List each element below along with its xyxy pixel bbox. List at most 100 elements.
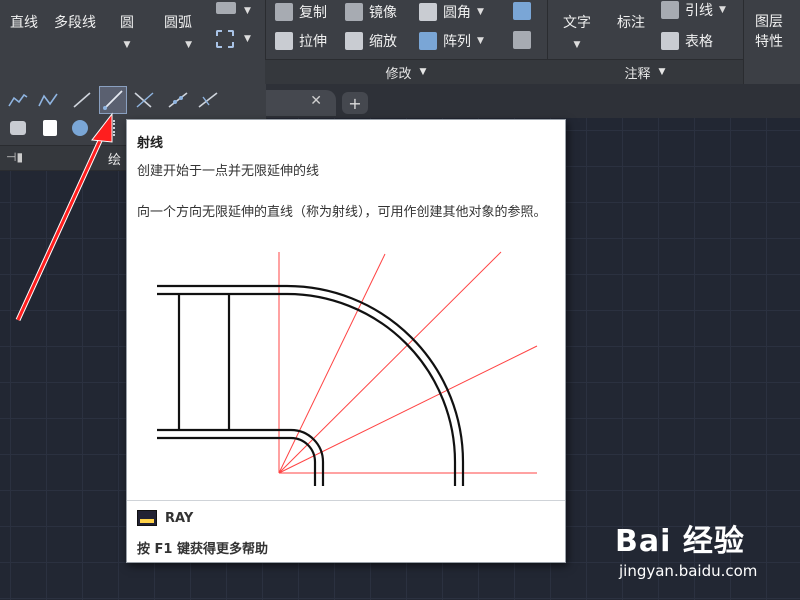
pin-icon[interactable]: ⊣▮ — [6, 150, 23, 164]
copy-label: 复制 — [299, 5, 327, 21]
hatch-icon[interactable] — [216, 2, 236, 14]
fillet-label: 圆角 — [443, 5, 471, 21]
array-button[interactable]: 阵列 ▼ — [419, 31, 484, 51]
file-tab[interactable]: ✕ — [266, 90, 336, 116]
file-tabs: ✕ + — [266, 84, 800, 118]
dimension-button[interactable]: 标注 — [617, 12, 645, 32]
arc-button[interactable]: 圆弧 ▼ — [164, 12, 192, 50]
multiline-tool[interactable] — [132, 88, 156, 112]
chevron-down-icon[interactable]: ▼ — [244, 34, 251, 44]
modify-panel: 复制 镜像 圆角 ▼ 拉伸 缩放 阵列 ▼ 修改 ▼ — [265, 0, 548, 84]
stretch-icon — [275, 32, 293, 50]
circle-button[interactable]: 圆 ▼ — [120, 12, 134, 50]
ray-illustration — [157, 251, 538, 486]
chevron-down-icon[interactable]: ▼ — [244, 6, 251, 16]
new-tab-button[interactable]: + — [342, 92, 368, 114]
ray-tool[interactable] — [99, 86, 127, 114]
chevron-down-icon[interactable]: ▼ — [477, 7, 484, 17]
region-icon — [10, 121, 26, 135]
leader-label: 引线 — [685, 3, 713, 19]
measure-icon — [198, 92, 218, 108]
array-label: 阵列 — [443, 34, 471, 50]
text-button[interactable]: 文字 ▼ — [563, 12, 591, 50]
line-label: 直线 — [10, 15, 38, 31]
construction-line-tool[interactable] — [70, 88, 94, 112]
layer-properties-button[interactable]: 图层 特性 — [755, 12, 783, 52]
boundary-tool[interactable] — [104, 116, 128, 140]
circle-label: 圆 — [120, 15, 134, 31]
region-tool[interactable] — [6, 116, 30, 140]
explode-icon[interactable] — [513, 2, 531, 20]
text-label: 文字 — [563, 15, 591, 31]
annotation-panel-label: 注释 — [624, 66, 651, 82]
wipeout-icon — [43, 120, 57, 136]
tooltip-description: 创建开始于一点并无限延伸的线 — [137, 164, 320, 179]
stretch-label: 拉伸 — [299, 34, 327, 50]
annotation-panel-footer[interactable]: 注释 ▼ — [547, 59, 743, 84]
line-button[interactable]: 直线 — [10, 12, 38, 32]
revision-cloud-tool[interactable] — [68, 116, 92, 140]
spline-fit-tool[interactable] — [6, 88, 30, 112]
construction-line-icon — [73, 92, 91, 108]
annotation-panel: 文字 ▼ 标注 引线 ▼ 表格 注释 ▼ — [547, 0, 744, 84]
table-label: 表格 — [685, 34, 713, 50]
plus-icon: + — [348, 93, 362, 113]
divide-tool[interactable] — [166, 88, 190, 112]
tooltip-long-description: 向一个方向无限延伸的直线（称为射线），可用作创建其他对象的参照。 — [137, 205, 547, 220]
chevron-down-icon: ▼ — [658, 67, 666, 77]
tooltip-help: 按 F1 键获得更多帮助 — [137, 542, 268, 557]
polyline-label: 多段线 — [54, 15, 96, 31]
draw-panel: 直线 多段线 圆 ▼ 圆弧 ▼ ▼ ▼ — [0, 0, 266, 84]
mirror-button[interactable]: 镜像 — [345, 2, 397, 22]
spline-fit-icon — [8, 93, 28, 107]
copy-icon — [275, 3, 293, 21]
chevron-down-icon[interactable]: ▼ — [164, 40, 192, 50]
command-line-icon — [137, 510, 157, 526]
draw-panel-label: 绘 — [108, 153, 122, 168]
arc-label: 圆弧 — [164, 15, 192, 31]
ribbon: 直线 多段线 圆 ▼ 圆弧 ▼ ▼ ▼ 复制 镜像 圆角 ▼ 拉伸 缩放 阵列 … — [0, 0, 800, 84]
array-icon — [419, 32, 437, 50]
layers-panel: 图层 特性 — [743, 0, 800, 84]
scale-icon — [345, 32, 363, 50]
tooltip-separator — [127, 500, 565, 501]
spline-cv-icon — [38, 93, 58, 107]
chevron-down-icon[interactable]: ▼ — [120, 40, 134, 50]
table-button[interactable]: 表格 — [661, 31, 713, 51]
mirror-icon — [345, 3, 363, 21]
ray-icon — [103, 90, 123, 110]
multiline-icon — [134, 92, 154, 108]
rectangle-icon[interactable] — [216, 30, 234, 48]
measure-tool[interactable] — [196, 88, 220, 112]
modify-panel-label: 修改 — [385, 66, 412, 82]
scale-button[interactable]: 缩放 — [345, 31, 397, 51]
close-icon[interactable]: ✕ — [310, 93, 322, 109]
tooltip-title: 射线 — [137, 136, 164, 151]
leader-button[interactable]: 引线 ▼ — [661, 0, 726, 20]
chevron-down-icon[interactable]: ▼ — [563, 40, 591, 50]
table-icon — [661, 32, 679, 50]
dimension-label: 标注 — [617, 15, 645, 31]
polyline-button[interactable]: 多段线 — [54, 12, 96, 32]
copy-button[interactable]: 复制 — [275, 2, 327, 22]
fillet-button[interactable]: 圆角 ▼ — [419, 2, 484, 22]
fillet-icon — [419, 3, 437, 21]
chevron-down-icon: ▼ — [419, 67, 427, 77]
divide-icon — [168, 92, 188, 108]
chevron-down-icon[interactable]: ▼ — [719, 5, 726, 15]
paw-icon — [669, 522, 699, 550]
watermark-url: jingyan.baidu.com — [619, 562, 758, 580]
stretch-button[interactable]: 拉伸 — [275, 31, 327, 51]
revision-cloud-icon — [72, 120, 88, 136]
tooltip-command: RAY — [165, 510, 194, 526]
scale-label: 缩放 — [369, 34, 397, 50]
wipeout-tool[interactable] — [38, 116, 62, 140]
modify-panel-footer[interactable]: 修改 ▼ — [265, 59, 547, 84]
chevron-down-icon[interactable]: ▼ — [477, 36, 484, 46]
offset-icon[interactable] — [513, 31, 531, 49]
ray-tooltip: 射线 创建开始于一点并无限延伸的线 向一个方向无限延伸的直线（称为射线），可用作… — [126, 119, 566, 563]
leader-icon — [661, 1, 679, 19]
boundary-icon — [113, 120, 119, 136]
spline-cv-tool[interactable] — [36, 88, 60, 112]
layers-label-line2: 特性 — [755, 34, 783, 50]
